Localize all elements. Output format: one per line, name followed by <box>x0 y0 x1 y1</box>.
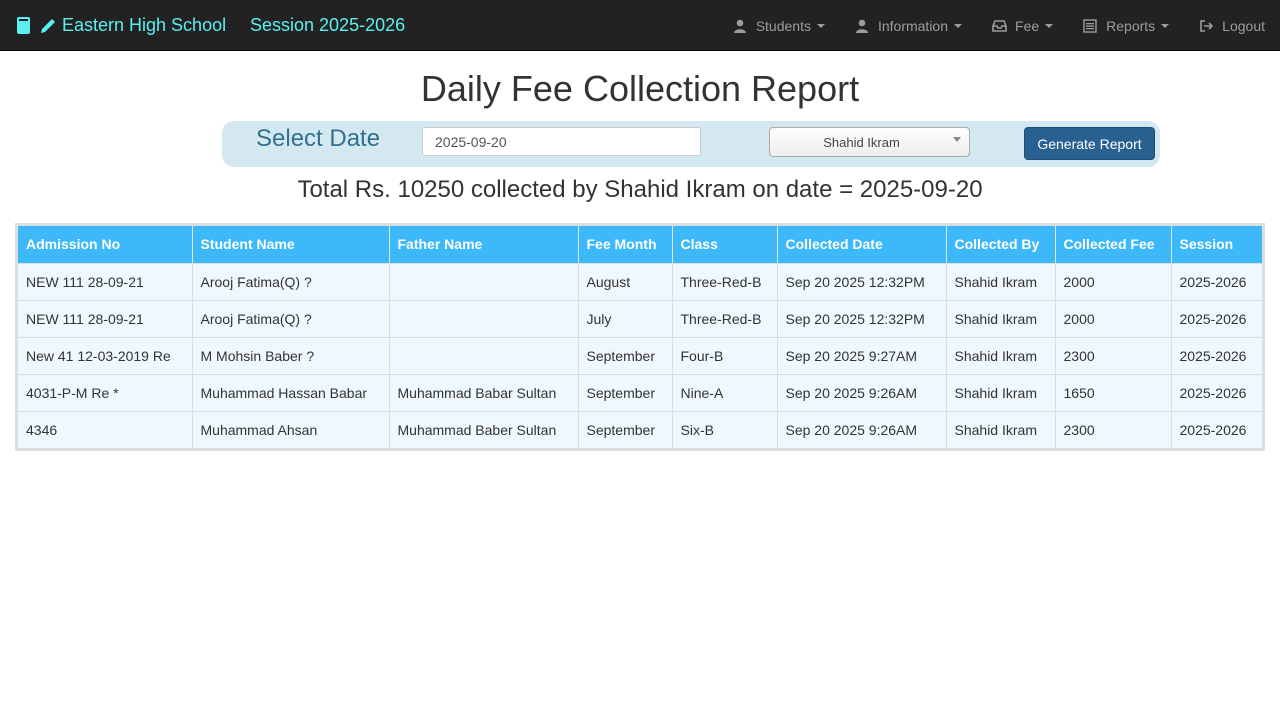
cell-session: 2025-2026 <box>1171 262 1262 300</box>
nav-reports[interactable]: Reports <box>1068 0 1184 51</box>
cell-student-name: M Mohsin Baber ? <box>192 336 390 374</box>
cell-fee-month: July <box>578 299 673 337</box>
cell-collected-date: Sep 20 2025 12:32PM <box>777 262 947 300</box>
cell-collected-fee: 2000 <box>1055 299 1172 337</box>
cell-admission-no: NEW 111 28-09-21 <box>18 299 193 337</box>
cell-session: 2025-2026 <box>1171 299 1262 337</box>
cell-collected-fee: 2300 <box>1055 410 1172 448</box>
cell-father-name <box>389 299 579 337</box>
table-row: 4031-P-M Re * Muhammad Hassan Babar Muha… <box>18 373 1262 411</box>
cell-fee-month: September <box>578 410 673 448</box>
cell-admission-no: 4346 <box>18 410 193 448</box>
cell-student-name: Muhammad Ahsan <box>192 410 390 448</box>
date-input[interactable] <box>422 127 701 156</box>
cell-collected-date: Sep 20 2025 9:27AM <box>777 336 947 374</box>
cell-class: Six-B <box>672 410 778 448</box>
cell-fee-month: August <box>578 262 673 300</box>
nav-fee-label: Fee <box>1015 17 1040 34</box>
collection-summary: Total Rs. 10250 collected by Shahid Ikra… <box>297 176 983 203</box>
cell-admission-no: 4031-P-M Re * <box>18 373 193 411</box>
table-header-row: Admission No Student Name Father Name Fe… <box>18 226 1262 263</box>
cell-collected-date: Sep 20 2025 9:26AM <box>777 410 947 448</box>
table-header: Admission No Student Name Father Name Fe… <box>18 226 1262 263</box>
cell-father-name <box>389 262 579 300</box>
cell-collected-date: Sep 20 2025 12:32PM <box>777 299 947 337</box>
cell-father-name: Muhammad Babar Sultan <box>389 373 579 411</box>
session-label: Session 2025-2026 <box>250 15 406 35</box>
cell-student-name: Arooj Fatima(Q) ? <box>192 299 390 337</box>
fee-collection-table-wrapper: Admission No Student Name Father Name Fe… <box>15 223 1265 451</box>
col-admission-no: Admission No <box>18 226 193 263</box>
cell-class: Three-Red-B <box>672 262 778 300</box>
top-navbar: Eastern High School Session 2025-2026 St… <box>0 0 1280 51</box>
col-fee-month: Fee Month <box>578 226 673 263</box>
nav-fee[interactable]: Fee <box>977 0 1068 51</box>
cell-student-name: Arooj Fatima(Q) ? <box>192 262 390 300</box>
cell-class: Four-B <box>672 336 778 374</box>
cell-session: 2025-2026 <box>1171 336 1262 374</box>
inbox-icon <box>992 19 1008 33</box>
book-icon <box>16 16 34 36</box>
col-session: Session <box>1171 226 1262 263</box>
dropdown-arrow-icon <box>953 137 961 142</box>
user-icon <box>733 19 749 33</box>
nav-information-label: Information <box>877 17 949 34</box>
col-class: Class <box>672 226 778 263</box>
cell-collected-fee: 2300 <box>1055 336 1172 374</box>
cell-fee-month: September <box>578 373 673 411</box>
collector-select-value: Shahid Ikram <box>823 134 900 150</box>
col-collected-by: Collected By <box>946 226 1056 263</box>
nav-logout-label: Logout <box>1222 17 1265 34</box>
brand-link[interactable]: Eastern High School <box>16 0 226 51</box>
nav-information[interactable]: Information <box>840 0 977 51</box>
cell-collected-by: Shahid Ikram <box>946 373 1056 411</box>
caret-down-icon <box>1045 23 1054 28</box>
cell-student-name: Muhammad Hassan Babar <box>192 373 390 411</box>
collector-select[interactable]: Shahid Ikram <box>769 127 970 157</box>
cell-collected-by: Shahid Ikram <box>946 410 1056 448</box>
col-collected-fee: Collected Fee <box>1055 226 1172 263</box>
cell-father-name: Muhammad Baber Sultan <box>389 410 579 448</box>
col-student-name: Student Name <box>192 226 390 263</box>
cell-class: Three-Red-B <box>672 299 778 337</box>
cell-collected-fee: 1650 <box>1055 373 1172 411</box>
table-row: NEW 111 28-09-21 Arooj Fatima(Q) ? July … <box>18 299 1262 337</box>
select-date-label: Select Date <box>256 125 381 152</box>
table-row: 4346 Muhammad Ahsan Muhammad Baber Sulta… <box>18 410 1262 448</box>
cell-collected-by: Shahid Ikram <box>946 299 1056 337</box>
table-body: NEW 111 28-09-21 Arooj Fatima(Q) ? Augus… <box>18 262 1262 448</box>
cell-collected-by: Shahid Ikram <box>946 262 1056 300</box>
caret-down-icon <box>816 23 825 28</box>
table-row: NEW 111 28-09-21 Arooj Fatima(Q) ? Augus… <box>18 262 1262 300</box>
logout-icon <box>1199 19 1215 33</box>
nav-logout[interactable]: Logout <box>1184 0 1280 51</box>
cell-session: 2025-2026 <box>1171 410 1262 448</box>
col-father-name: Father Name <box>389 226 579 263</box>
filter-bar: Select Date Shahid Ikram Generate Report <box>222 121 1160 167</box>
col-collected-date: Collected Date <box>777 226 947 263</box>
pencil-icon <box>38 16 56 36</box>
cell-session: 2025-2026 <box>1171 373 1262 411</box>
cell-admission-no: New 41 12-03-2019 Re <box>18 336 193 374</box>
caret-down-icon <box>1161 23 1170 28</box>
cell-fee-month: September <box>578 336 673 374</box>
cell-class: Nine-A <box>672 373 778 411</box>
list-icon <box>1083 18 1099 33</box>
main-nav: Students Information Fee Reports Logout <box>718 0 1280 51</box>
caret-down-icon <box>954 23 963 28</box>
brand-title: Eastern High School <box>62 15 227 35</box>
generate-report-button[interactable]: Generate Report <box>1024 127 1155 160</box>
cell-admission-no: NEW 111 28-09-21 <box>18 262 193 300</box>
fee-collection-table: Admission No Student Name Father Name Fe… <box>18 226 1262 448</box>
table-row: New 41 12-03-2019 Re M Mohsin Baber ? Se… <box>18 336 1262 374</box>
cell-collected-date: Sep 20 2025 9:26AM <box>777 373 947 411</box>
page-title: Daily Fee Collection Report <box>420 68 860 109</box>
nav-students-label: Students <box>755 17 811 34</box>
cell-collected-fee: 2000 <box>1055 262 1172 300</box>
nav-reports-label: Reports <box>1106 17 1156 34</box>
nav-students[interactable]: Students <box>718 0 840 51</box>
cell-father-name <box>389 336 579 374</box>
cell-collected-by: Shahid Ikram <box>946 336 1056 374</box>
user-icon <box>855 19 871 33</box>
